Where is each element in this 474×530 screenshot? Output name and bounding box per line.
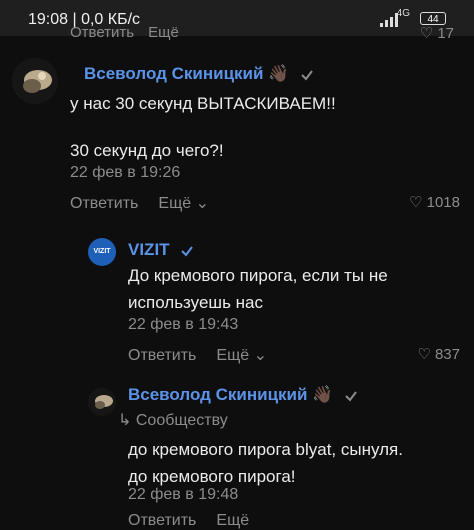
comment-actions: Ответить Ещё [128, 512, 249, 530]
reply-button[interactable]: Ответить [128, 347, 196, 364]
comment-date: 22 фев в 19:48 [128, 486, 239, 503]
avatar[interactable]: VIZIT [88, 238, 116, 266]
reply-button[interactable]: Ответить [128, 512, 196, 529]
comment-text: у нас 30 секунд ВЫТАСКИВАЕМ!! 30 секунд … [70, 94, 336, 160]
avatar-image [88, 388, 116, 416]
comment-date: 22 фев в 19:43 [128, 316, 239, 333]
author-emoji: 👋🏿 [312, 385, 334, 404]
signal-icon [380, 13, 398, 27]
checkmark-icon [345, 390, 357, 402]
author-emoji: 👋🏿 [268, 64, 290, 83]
heart-icon: ♡ [419, 25, 434, 42]
prev-comment-actions: Ответить Ещё [70, 24, 193, 41]
more-button[interactable]: Ещё [148, 24, 179, 41]
comment-text: до кремового пирога blyat, сынуля. до кр… [128, 440, 403, 486]
chevron-down-icon: ⌄ [253, 347, 267, 364]
more-button[interactable]: Ещё ⌄ [216, 347, 267, 364]
comment-text: До кремового пирога, если ты не использу… [128, 266, 388, 312]
like-count: 1018 [426, 194, 460, 211]
reply-arrow-icon: ↳ [118, 412, 132, 429]
more-button[interactable]: Ещё ⌄ [158, 195, 209, 212]
like-button[interactable]: ♡ 1018 [409, 193, 460, 211]
comment-author[interactable]: Всеволод Скиницкий 👋🏿 [128, 385, 358, 405]
chevron-down-icon: ⌄ [195, 195, 209, 212]
like-button[interactable]: ♡ 837 [417, 345, 460, 363]
reply-button[interactable]: Ответить [70, 195, 138, 212]
comment-actions: Ответить Ещё ⌄ [128, 345, 267, 365]
heart-icon: ♡ [417, 346, 431, 363]
avatar-image [12, 58, 58, 104]
comment-author[interactable]: VIZIT [128, 240, 194, 260]
heart-icon: ♡ [409, 194, 423, 211]
checkmark-icon [301, 69, 313, 81]
verified-icon [181, 245, 194, 257]
comment-author[interactable]: Всеволод Скиницкий 👋🏿 [84, 64, 314, 84]
like-count: 837 [434, 346, 460, 363]
comment-date: 22 фев в 19:26 [70, 164, 181, 181]
like-count: 17 [437, 25, 454, 42]
avatar[interactable] [88, 388, 116, 416]
more-button[interactable]: Ещё [216, 512, 249, 529]
like-button[interactable]: ♡ 17 [420, 24, 454, 42]
comment-actions: Ответить Ещё ⌄ [70, 193, 209, 213]
reply-to[interactable]: ↳ Сообществу [118, 410, 228, 430]
reply-button[interactable]: Ответить [70, 24, 134, 41]
avatar[interactable] [12, 58, 58, 104]
avatar-logo: VIZIT [93, 248, 111, 255]
